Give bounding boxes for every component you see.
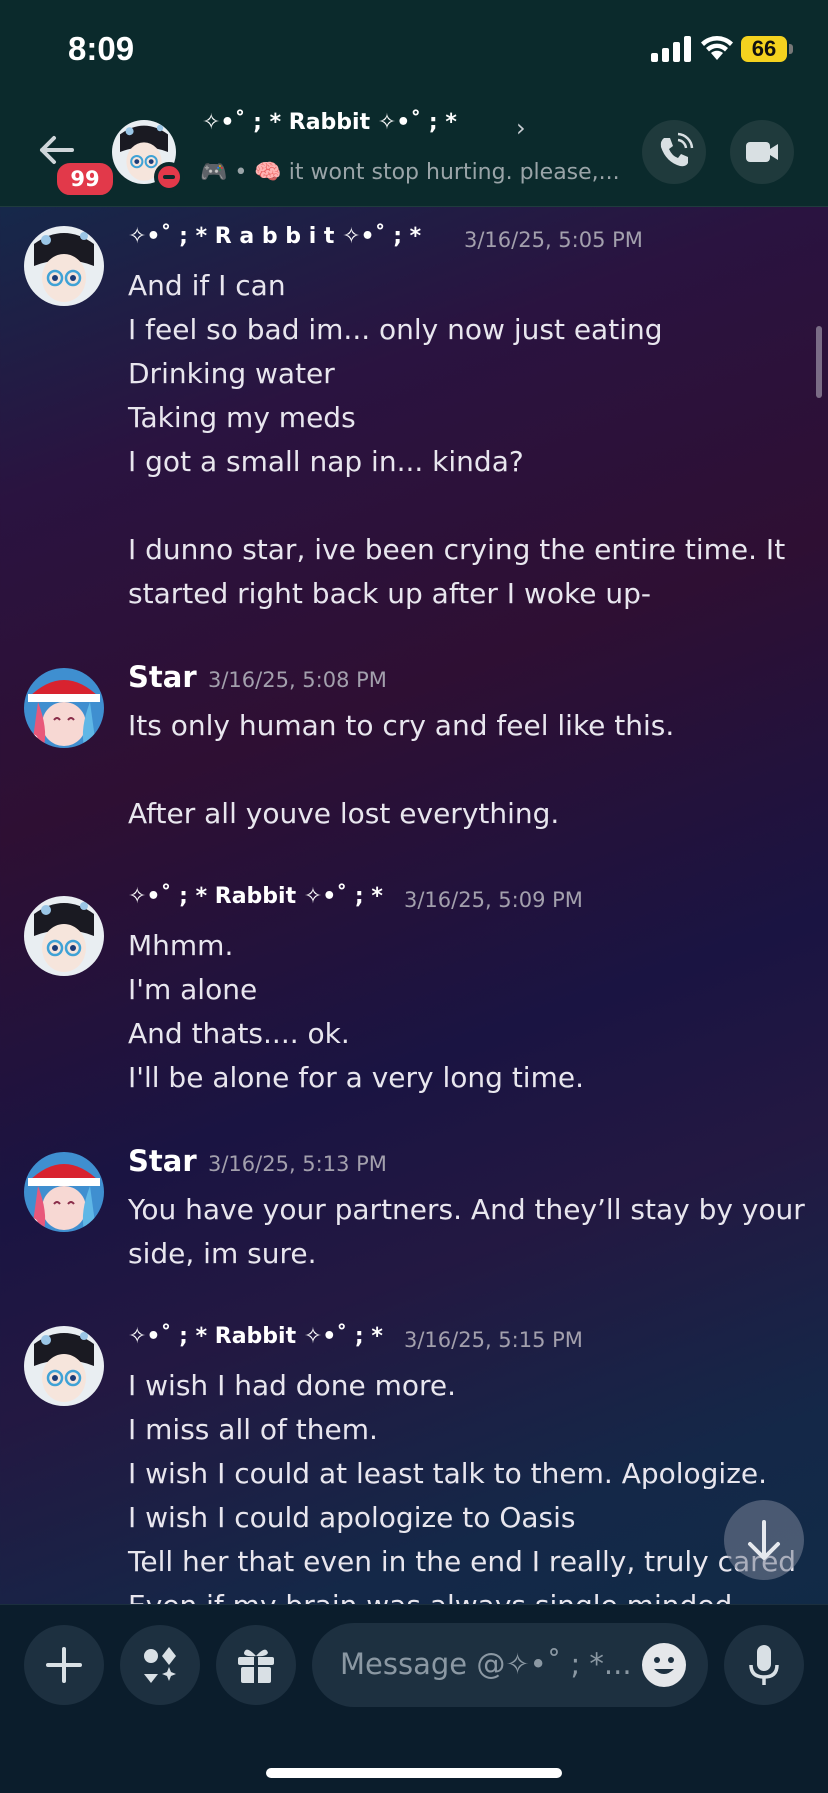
message-timestamp: 3/16/25, 5:13 PM <box>208 1152 387 1176</box>
dm-header: 99 ✧•˚ ; * Rabbit ✧•˚ ; * › 🎮 • 🧠 it won… <box>0 100 828 207</box>
plus-icon <box>46 1647 82 1683</box>
phone-icon <box>660 132 694 167</box>
chevron-right-icon[interactable]: › <box>516 114 526 142</box>
microphone-icon <box>749 1645 779 1685</box>
clock: 8:09 <box>68 30 135 67</box>
jump-to-latest-button[interactable] <box>724 1500 804 1580</box>
message-author[interactable]: ✧•˚ ; * R a b b i t ✧•˚ ; * <box>128 224 421 249</box>
message-author[interactable]: ✧•˚ ; * Rabbit ✧•˚ ; * <box>128 884 383 909</box>
status-bar: 8:09 66 <box>0 0 828 100</box>
emoji-icon[interactable] <box>642 1643 686 1687</box>
home-indicator[interactable] <box>266 1768 562 1778</box>
user-avatar[interactable] <box>24 226 104 306</box>
do-not-disturb-indicator <box>154 162 184 192</box>
voice-call-button[interactable] <box>642 120 706 184</box>
custom-status-text: • 🧠 it wont stop hurting. please,... <box>234 160 620 185</box>
custom-status: 🎮 • 🧠 it wont stop hurting. please,... <box>200 160 620 185</box>
battery-tip <box>789 44 793 54</box>
video-camera-icon <box>746 142 778 162</box>
message-author[interactable]: ✧•˚ ; * Rabbit ✧•˚ ; * <box>128 1324 383 1349</box>
message-timestamp: 3/16/25, 5:09 PM <box>404 888 583 912</box>
wifi-icon <box>701 36 733 60</box>
message-content: I wish I had done more. I miss all of th… <box>128 1369 796 1604</box>
message-input-placeholder: Message @✧•˚ ; *... <box>340 1647 632 1681</box>
message-content: And if I can I feel so bad im... only no… <box>128 269 786 610</box>
arrow-down-icon <box>748 1520 780 1560</box>
message-content: You have your partners. And they’ll stay… <box>128 1193 805 1270</box>
voice-message-button[interactable] <box>724 1625 804 1705</box>
gift-icon <box>238 1649 274 1683</box>
user-avatar[interactable] <box>24 1326 104 1406</box>
message-timestamp: 3/16/25, 5:15 PM <box>404 1328 583 1352</box>
user-avatar[interactable] <box>24 668 104 748</box>
attach-button[interactable] <box>24 1625 104 1705</box>
message-content: Mhmm. I'm alone And thats.... ok. I'll b… <box>128 929 584 1094</box>
message-group[interactable]: ✧•˚ ; * Rabbit ✧•˚ ; * 3/16/25, 5:15 PM … <box>0 1320 828 1604</box>
message-content: Its only human to cry and feel like this… <box>128 709 675 830</box>
gamepad-icon: 🎮 <box>200 160 228 185</box>
message-timestamp: 3/16/25, 5:08 PM <box>208 668 387 692</box>
scrollbar[interactable] <box>816 326 822 398</box>
cellular-signal-icon <box>651 36 691 62</box>
apps-icon <box>144 1647 176 1683</box>
dm-recipient-name[interactable]: ✧•˚ ; * Rabbit ✧•˚ ; * <box>202 110 457 135</box>
unread-badge: 99 <box>54 160 116 198</box>
apps-button[interactable] <box>120 1625 200 1705</box>
video-call-button[interactable] <box>730 120 794 184</box>
user-avatar[interactable] <box>24 1152 104 1232</box>
message-input[interactable]: Message @✧•˚ ; *... <box>312 1623 708 1707</box>
user-avatar[interactable] <box>24 896 104 976</box>
message-author[interactable]: Star <box>128 660 197 694</box>
battery-level: 66 <box>741 36 787 62</box>
message-author[interactable]: Star <box>128 1144 197 1178</box>
message-timestamp: 3/16/25, 5:05 PM <box>464 228 643 252</box>
message-composer: Message @✧•˚ ; *... <box>0 1604 828 1793</box>
gift-button[interactable] <box>216 1625 296 1705</box>
